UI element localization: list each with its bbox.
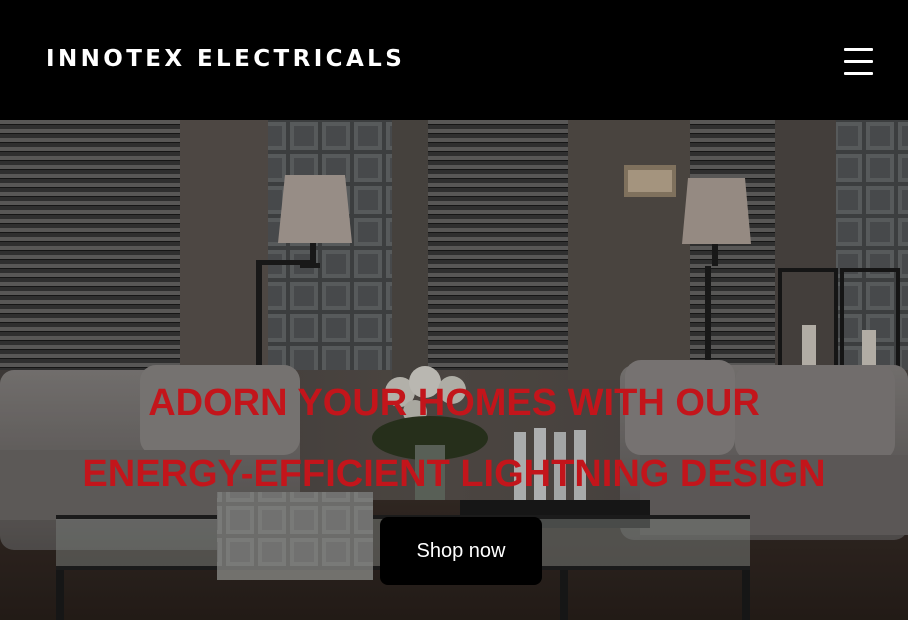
menu-bar bbox=[844, 72, 873, 75]
brand-logo[interactable]: INNOTEX ELECTRICALS bbox=[46, 44, 405, 74]
hamburger-menu-icon[interactable] bbox=[840, 42, 876, 80]
site-header: INNOTEX ELECTRICALS bbox=[0, 0, 908, 120]
hero-headline: ADORN YOUR HOMES WITH OUR ENERGY-EFFICIE… bbox=[0, 368, 908, 510]
hero-headline-line2: ENERGY-EFFICIENT LIGHTNING DESIGN bbox=[82, 453, 826, 495]
page: INNOTEX ELECTRICALS ADORN YOUR HOMES WIT… bbox=[0, 0, 908, 620]
hero-headline-line1: ADORN YOUR HOMES WITH OUR bbox=[148, 382, 760, 424]
menu-bar bbox=[844, 48, 873, 51]
menu-bar bbox=[844, 60, 873, 63]
shop-now-button[interactable]: Shop now bbox=[380, 517, 542, 585]
